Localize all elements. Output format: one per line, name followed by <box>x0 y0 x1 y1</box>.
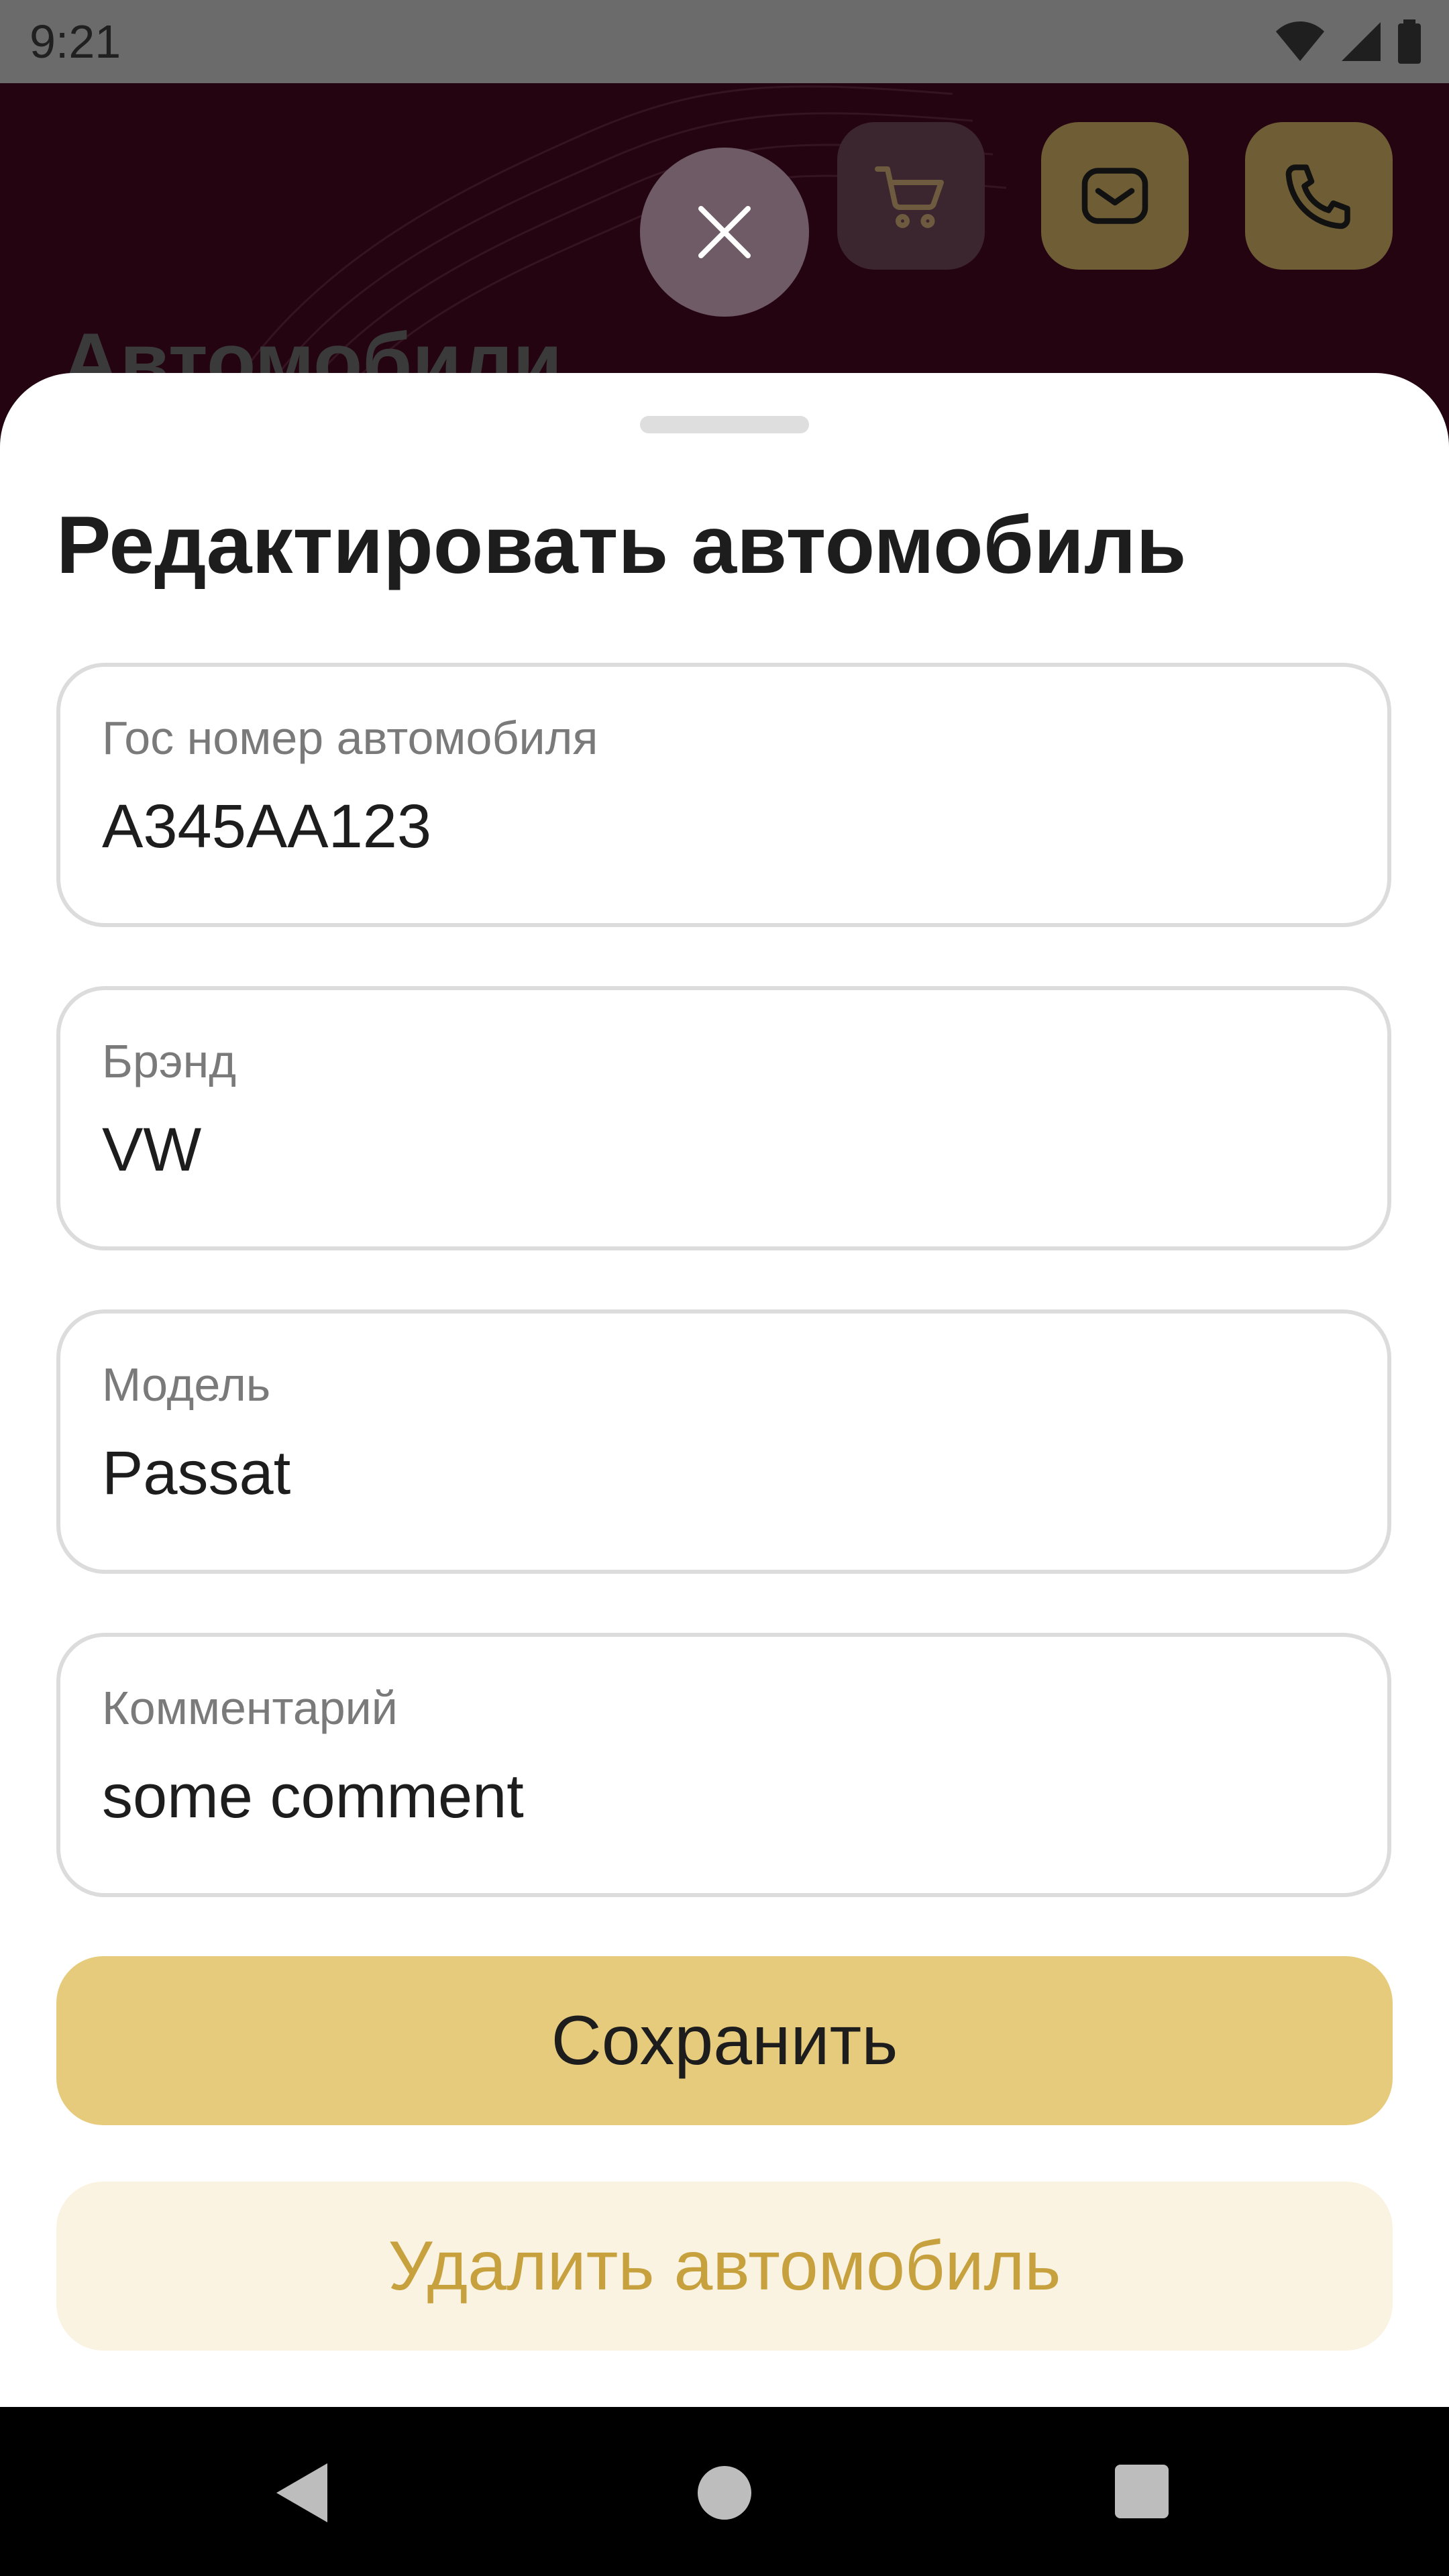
close-button[interactable] <box>640 148 809 317</box>
status-icons <box>1275 17 1422 66</box>
sheet-title: Редактировать автомобиль <box>56 499 1187 590</box>
save-button[interactable]: Сохранить <box>56 1956 1393 2125</box>
close-icon <box>698 206 751 258</box>
home-icon[interactable] <box>698 2466 751 2520</box>
cart-icon <box>875 166 944 229</box>
mail-button[interactable] <box>1041 122 1189 270</box>
model-label: Модель <box>102 1358 271 1411</box>
recents-icon[interactable] <box>1115 2465 1169 2518</box>
plate-number-label: Гос номер автомобиля <box>102 712 598 764</box>
battery-icon <box>1398 19 1421 64</box>
plate-number-field[interactable]: Гос номер автомобиля А345АА123 <box>56 663 1391 927</box>
model-value[interactable]: Passat <box>102 1438 290 1509</box>
cart-button[interactable] <box>837 122 985 270</box>
signal-icon <box>1342 22 1381 61</box>
delete-car-button[interactable]: Удалить автомобиль <box>56 2182 1393 2351</box>
model-field[interactable]: Модель Passat <box>56 1309 1391 1574</box>
status-bar: 9:21 <box>0 0 1449 83</box>
wifi-icon <box>1276 21 1324 61</box>
mail-icon <box>1081 168 1148 224</box>
comment-field[interactable]: Комментарий some comment <box>56 1633 1391 1897</box>
brand-label: Брэнд <box>102 1035 237 1087</box>
comment-label: Комментарий <box>102 1682 398 1734</box>
brand-field[interactable]: Брэнд VW <box>56 986 1391 1250</box>
sheet-drag-handle[interactable] <box>640 416 809 433</box>
back-icon[interactable] <box>274 2461 330 2525</box>
phone-button[interactable] <box>1245 122 1393 270</box>
status-time: 9:21 <box>30 15 121 68</box>
comment-value[interactable]: some comment <box>102 1762 524 1832</box>
phone-icon <box>1285 164 1350 229</box>
brand-value[interactable]: VW <box>102 1115 201 1185</box>
plate-number-value[interactable]: А345АА123 <box>102 792 431 862</box>
